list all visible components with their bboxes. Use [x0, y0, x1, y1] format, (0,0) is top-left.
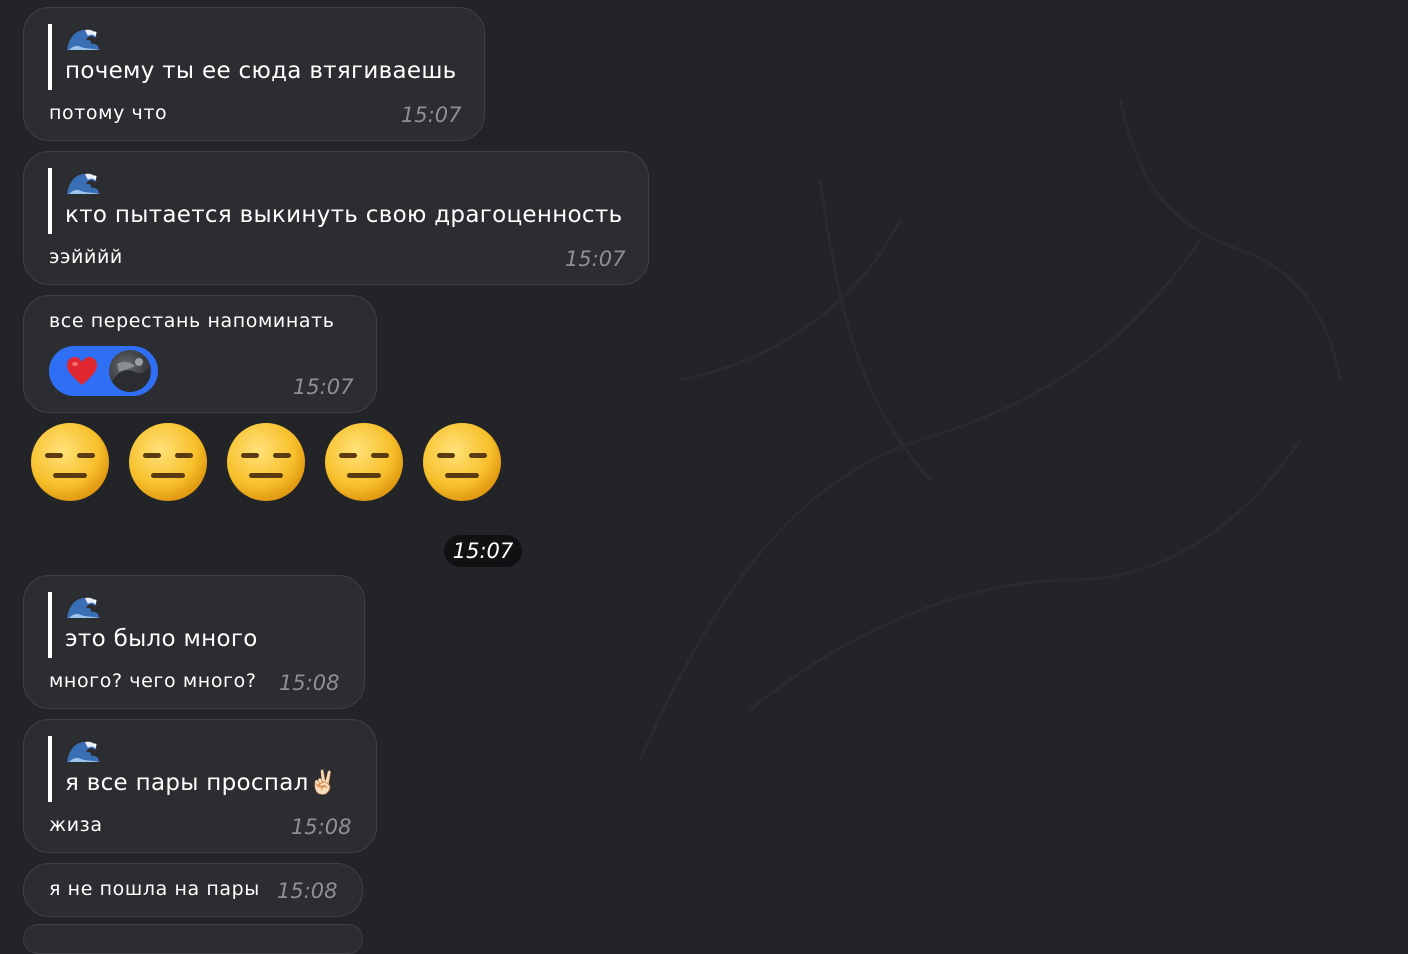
expressionless-face-icon [423, 423, 501, 501]
message-text: жиза [49, 814, 103, 836]
quoted-message-words: я все пары проспал [65, 770, 309, 796]
message-text: потому что [49, 102, 168, 124]
quoted-message-text: кто пытается выкинуть свою драгоценность [65, 202, 623, 228]
message-time: 15:07 [401, 103, 462, 127]
message-text: ээйййй [49, 246, 123, 268]
reply-quote[interactable]: кто пытается выкинуть свою драгоценность [48, 168, 622, 234]
message-text: все перестань напоминать [49, 310, 335, 332]
message-bubble[interactable]: я все пары проспал✌🏻 жиза 15:08 [23, 719, 377, 853]
victory-hand-emoji: ✌🏻 [308, 770, 338, 796]
reaction-pill[interactable] [49, 346, 158, 396]
emoji-message-time: 15:07 [444, 535, 522, 567]
great-wave-icon [67, 597, 99, 618]
expressionless-face-icon [31, 423, 109, 501]
reply-quote[interactable]: почему ты ее сюда втягиваешь [48, 24, 457, 90]
great-wave-icon [67, 29, 99, 50]
message-bubble[interactable]: это было много много? чего много? 15:08 [23, 575, 365, 709]
message-bubble[interactable]: все перестань напоминать 15:07 [23, 295, 377, 413]
message-time: 15:07 [565, 247, 626, 271]
message-text: я не пошла на пары [49, 878, 260, 900]
avatar-image [109, 358, 151, 392]
message-bubble[interactable]: кто пытается выкинуть свою драгоценность… [23, 151, 649, 285]
expressionless-face-icon [325, 423, 403, 501]
message-time: 15:08 [291, 815, 352, 839]
reply-quote[interactable]: это было много [48, 592, 258, 658]
background-pattern [638, 99, 1342, 761]
reply-quote[interactable]: я все пары проспал✌🏻 [48, 736, 338, 802]
quoted-message-text: это было много [65, 626, 258, 652]
message-bubble[interactable]: я не пошла на пары 15:08 [23, 863, 363, 917]
avatar[interactable] [109, 350, 151, 392]
quoted-message-text: я все пары проспал✌🏻 [65, 768, 338, 798]
expressionless-face-icon [129, 423, 207, 501]
message-bubble[interactable]: почему ты ее сюда втягиваешь потому что … [23, 7, 485, 141]
great-wave-icon [67, 741, 99, 762]
expressionless-face-icon [227, 423, 305, 501]
message-time: 15:08 [279, 671, 340, 695]
heart-icon [67, 357, 97, 385]
great-wave-icon [67, 173, 99, 194]
message-bubble-partial[interactable] [23, 924, 363, 954]
message-time: 15:07 [293, 375, 354, 399]
message-text: много? чего много? [49, 670, 257, 692]
message-time: 15:08 [277, 879, 338, 903]
quoted-message-text: почему ты ее сюда втягиваешь [65, 58, 457, 84]
